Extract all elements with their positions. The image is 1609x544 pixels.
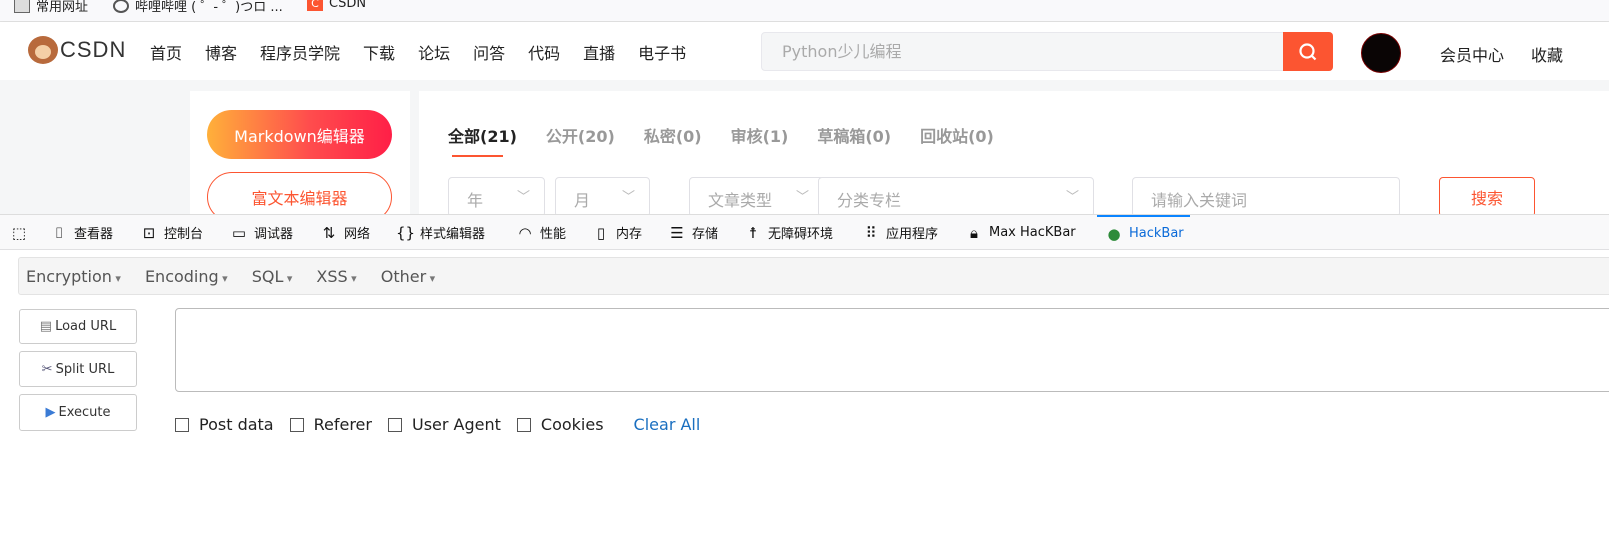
tab-performance[interactable]: ◠ 性能: [516, 215, 566, 250]
tab-accessibility[interactable]: ☨ 无障碍环境: [744, 215, 833, 250]
console-icon: ⊡: [142, 223, 156, 242]
filter-search-button[interactable]: 搜索: [1439, 177, 1535, 217]
lock-icon: 🔒︎: [970, 223, 978, 242]
tab-drafts[interactable]: 草稿箱(0): [817, 123, 891, 147]
menu-xss[interactable]: XSS: [316, 267, 356, 286]
tab-storage[interactable]: ☰ 存储: [668, 215, 718, 250]
tab-style-editor[interactable]: {} 样式编辑器: [396, 215, 485, 250]
search-icon: [1299, 42, 1317, 60]
tab-max-hackbar[interactable]: 🔒︎ Max HacKBar: [965, 215, 1076, 250]
menu-encoding[interactable]: Encoding: [145, 267, 228, 286]
member-center-link[interactable]: 会员中心: [1440, 42, 1504, 66]
chevron-down-icon: ﹀: [516, 190, 530, 205]
article-type-select[interactable]: 文章类型 ﹀: [689, 177, 824, 217]
markdown-editor-button[interactable]: Markdown编辑器: [207, 110, 392, 159]
referer-checkbox[interactable]: Referer: [289, 415, 372, 434]
hackbar-options: Post data Referer User Agent Cookies Cle…: [175, 415, 700, 434]
url-textarea[interactable]: [175, 308, 1609, 392]
user-agent-checkbox[interactable]: User Agent: [387, 415, 501, 434]
keyword-input[interactable]: 请输入关键词: [1132, 177, 1400, 217]
tab-hackbar[interactable]: ● HackBar: [1097, 215, 1190, 250]
tab-private[interactable]: 私密(0): [644, 123, 702, 147]
nav-item[interactable]: 下载: [363, 40, 395, 64]
accessibility-icon: ☨: [748, 223, 758, 242]
tab-all[interactable]: 全部(21): [448, 123, 517, 157]
monkey-logo-icon: [28, 36, 58, 64]
chevron-down-icon: ﹀: [621, 190, 635, 205]
bookmark-csdn[interactable]: C CSDN: [307, 0, 366, 11]
scissors-icon: ✂: [41, 361, 53, 377]
nav-item[interactable]: 首页: [150, 40, 182, 64]
month-select[interactable]: 月 ﹀: [555, 177, 650, 217]
csdn-icon: C: [307, 0, 323, 11]
folder-icon: [14, 0, 30, 13]
nav-item[interactable]: 博客: [205, 40, 237, 64]
chevron-down-icon: ﹀: [795, 190, 809, 205]
menu-encryption[interactable]: Encryption: [26, 267, 121, 286]
nav-item[interactable]: 论坛: [418, 40, 450, 64]
performance-icon: ◠: [518, 223, 532, 242]
storage-icon: ☰: [670, 223, 684, 242]
devtools-toolbar: ⬚ ⌷ 查看器 ⊡ 控制台 ▭ 调试器 ⇅ 网络 {} 样式编辑器 ◠ 性能 ▯ 内存 ☰ 存储…: [0, 214, 1609, 250]
menu-other[interactable]: Other: [381, 267, 435, 286]
site-header: CSDN 首页 博客 程序员学院 下载 论坛 问答 代码 直播 电子书 会员中心…: [0, 22, 1609, 80]
csdn-logo[interactable]: CSDN: [28, 36, 126, 64]
bookmarks-bar: 常用网址 哔哩哔哩 ( ゜- ゜)つロ ... C CSDN: [0, 0, 1609, 22]
nav-item[interactable]: 问答: [473, 40, 505, 64]
post-data-checkbox[interactable]: Post data: [175, 415, 274, 434]
bookmark-folder[interactable]: 常用网址: [14, 0, 88, 15]
load-icon: ▤: [39, 319, 53, 334]
execute-button[interactable]: ▶ Execute: [19, 394, 137, 431]
chevron-down-icon: ﹀: [1065, 190, 1079, 205]
inspector-icon: ⌷: [54, 223, 64, 242]
hackbar-icon: ●: [1107, 224, 1121, 243]
year-select[interactable]: 年 ﹀: [448, 177, 545, 217]
tab-memory[interactable]: ▯ 内存: [592, 215, 642, 250]
tab-inspector[interactable]: ⌷ 查看器: [50, 215, 113, 250]
favorites-link[interactable]: 收藏: [1531, 42, 1563, 66]
tab-review[interactable]: 审核(1): [731, 123, 789, 147]
nav-item[interactable]: 电子书: [638, 40, 686, 64]
tab-console[interactable]: ⊡ 控制台: [140, 215, 203, 250]
debugger-icon: ▭: [231, 223, 247, 242]
search-button[interactable]: [1283, 32, 1333, 71]
tab-application[interactable]: ⠿ 应用程序: [862, 215, 939, 250]
pick-element-button[interactable]: ⬚: [10, 215, 28, 250]
tab-trash[interactable]: 回收站(0): [920, 123, 994, 147]
avatar[interactable]: [1361, 33, 1401, 73]
play-icon: ▶: [45, 405, 56, 420]
globe-icon: [113, 0, 129, 13]
network-icon: ⇅: [322, 223, 336, 242]
clear-all-link[interactable]: Clear All: [634, 415, 701, 434]
nav-item[interactable]: 直播: [583, 40, 615, 64]
nav-item[interactable]: 程序员学院: [260, 40, 340, 64]
style-editor-icon: {}: [396, 223, 416, 242]
split-url-button[interactable]: ✂ Split URL: [19, 351, 137, 387]
search-input[interactable]: [762, 33, 1282, 70]
main-nav: 首页 博客 程序员学院 下载 论坛 问答 代码 直播 电子书: [150, 40, 709, 64]
load-url-button[interactable]: ▤ Load URL: [19, 309, 137, 344]
nav-item[interactable]: 代码: [528, 40, 560, 64]
cookies-checkbox[interactable]: Cookies: [516, 415, 604, 434]
application-icon: ⠿: [865, 223, 877, 242]
menu-sql[interactable]: SQL: [252, 267, 293, 286]
site-search: [761, 32, 1333, 71]
column-select[interactable]: 分类专栏 ﹀: [818, 177, 1094, 217]
bookmark-bilibili[interactable]: 哔哩哔哩 ( ゜- ゜)つロ ...: [113, 0, 283, 15]
pick-element-icon: ⬚: [11, 223, 27, 242]
memory-icon: ▯: [596, 223, 606, 242]
tab-public[interactable]: 公开(20): [546, 123, 615, 147]
tab-debugger[interactable]: ▭ 调试器: [230, 215, 293, 250]
tab-network[interactable]: ⇅ 网络: [320, 215, 370, 250]
article-tabs: 全部(21) 公开(20) 私密(0) 审核(1) 草稿箱(0) 回收站(0): [448, 123, 1023, 157]
hackbar-menu: Encryption Encoding SQL XSS Other: [18, 257, 1609, 295]
